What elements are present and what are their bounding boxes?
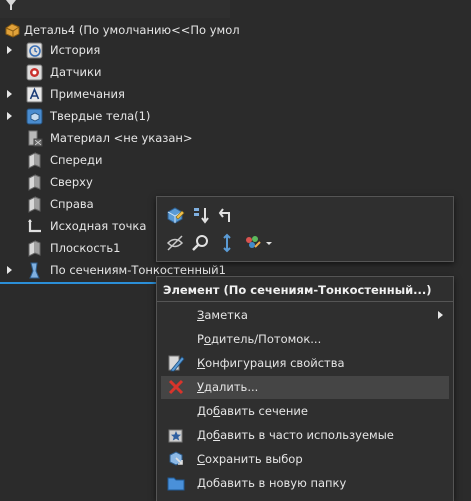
menu-item-add-section[interactable]: Добавить сечение: [161, 400, 449, 423]
tree-item-top-plane[interactable]: Сверху: [0, 172, 230, 194]
favorite-icon: [168, 429, 183, 443]
tree-item-annotations[interactable]: Примечания: [0, 84, 230, 106]
history-icon: [26, 42, 43, 59]
expand-arrow-icon[interactable]: [7, 90, 12, 98]
tree-item-solid-bodies[interactable]: Твердые тела(1): [0, 106, 230, 128]
menu-item-delete[interactable]: Удалить...: [161, 376, 449, 399]
tree-item-sensors[interactable]: Датчики: [0, 62, 230, 84]
config-properties-icon: [168, 355, 185, 372]
material-icon: [28, 130, 43, 147]
expand-arrow-icon[interactable]: [7, 266, 12, 274]
menu-item-add-new-folder[interactable]: Добавить в новую папку: [161, 472, 449, 495]
tree-item-label: Датчики: [50, 65, 102, 79]
dropdown-caret-icon[interactable]: [264, 235, 274, 251]
tree-item-label: Плоскость1: [50, 241, 121, 255]
menu-separator: [157, 301, 453, 302]
edit-feature-icon[interactable]: [165, 205, 185, 225]
expand-arrow-icon[interactable]: [7, 112, 12, 120]
filter-icon[interactable]: [6, 0, 16, 10]
menu-item-parent-child[interactable]: Родитель/Потомок...: [161, 328, 449, 351]
tree-item-label: Исходная точка: [50, 219, 147, 233]
plane-icon: [28, 240, 41, 257]
tree-root-part[interactable]: Деталь4 (По умолчанию<<По умол: [0, 20, 240, 42]
plane-icon: [28, 174, 41, 191]
sensor-icon: [26, 64, 43, 81]
tree-root-label: Деталь4 (По умолчанию<<По умол: [24, 23, 240, 37]
expand-arrow-icon[interactable]: [7, 46, 12, 54]
menu-item-save-selection[interactable]: Сохранить выбор: [161, 448, 449, 471]
tree-item-label: История: [50, 43, 101, 57]
context-toolbar: [156, 196, 454, 262]
tree-item-label: Сверху: [50, 175, 93, 189]
origin-icon: [28, 219, 41, 233]
appearance-icon[interactable]: [243, 233, 263, 253]
tree-item-label: Спереди: [50, 153, 103, 167]
rollback-icon[interactable]: [191, 205, 211, 225]
tree-item-label: Справа: [50, 197, 94, 211]
plane-icon: [28, 196, 41, 213]
menu-item-note[interactable]: Заметка: [161, 304, 449, 327]
new-folder-icon: [167, 477, 185, 491]
plane-icon: [28, 152, 41, 169]
hide-icon[interactable]: [165, 233, 185, 253]
context-menu-header: Элемент (По сечениям-Тонкостенный...): [163, 283, 432, 297]
menu-item-add-favorites[interactable]: Добавить в часто используемые: [161, 424, 449, 447]
annotation-icon: [26, 86, 43, 103]
tree-filter-bar: [0, 0, 230, 18]
submenu-arrow-icon: [438, 311, 443, 319]
context-menu: Элемент (По сечениям-Тонкостенный...) За…: [156, 276, 454, 501]
tree-item-label: Примечания: [50, 87, 125, 101]
solid-bodies-icon: [26, 108, 43, 125]
part-icon: [5, 23, 20, 38]
tree-item-front-plane[interactable]: Спереди: [0, 150, 230, 172]
delete-icon: [168, 379, 184, 395]
menu-item-config-properties[interactable]: Конфигурация свойства: [161, 352, 449, 375]
parent-child-icon[interactable]: [217, 205, 237, 225]
loft-icon: [29, 262, 40, 279]
tree-item-history[interactable]: История: [0, 40, 230, 62]
normal-to-icon[interactable]: [217, 233, 237, 253]
tree-item-label: Материал <не указан>: [50, 131, 193, 145]
tree-item-label: По сечениям-Тонкостенный1: [50, 263, 226, 277]
save-selection-icon: [169, 451, 183, 466]
tree-item-material[interactable]: Материал <не указан>: [0, 128, 230, 150]
zoom-to-selection-icon[interactable]: [191, 233, 211, 253]
tree-item-label: Твердые тела(1): [50, 109, 151, 123]
